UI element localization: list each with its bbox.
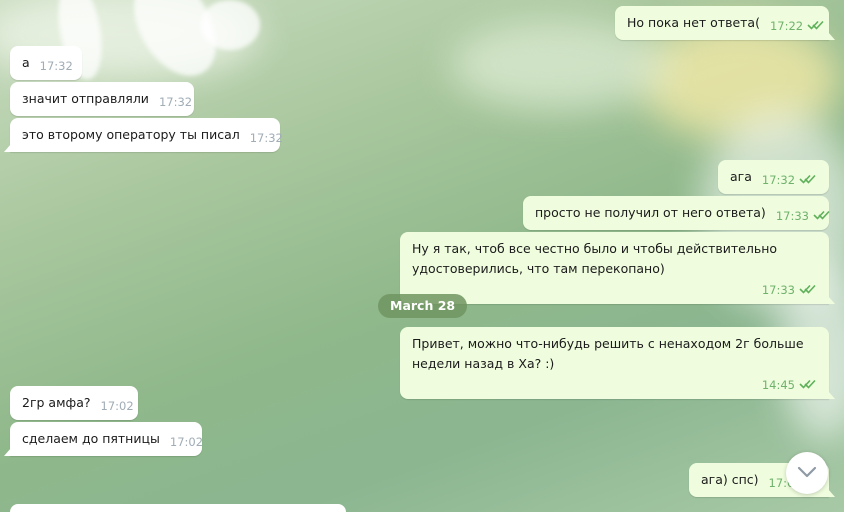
message-time: 17:33	[761, 283, 795, 297]
message-text: ага	[730, 169, 752, 184]
double-check-icon	[813, 206, 831, 226]
message-text: это второму оператору ты писал	[22, 127, 240, 142]
chevron-down-icon	[797, 466, 817, 481]
double-check-icon	[807, 16, 825, 36]
message-time: 17:33	[775, 209, 809, 223]
message-text: значит отправляли	[22, 91, 149, 106]
message-time: 14:45	[761, 378, 795, 392]
message-text: Ну я так, чтоб все честно было и чтобы д…	[412, 241, 778, 276]
message-incoming[interactable]: сделаем до пятницы 17:02	[4, 422, 204, 456]
message-time: 17:02	[100, 399, 134, 413]
message-outgoing[interactable]: ага 17:32	[718, 160, 829, 194]
message-outgoing[interactable]: Ну я так, чтоб все честно было и чтобы д…	[400, 232, 835, 304]
message-time: 17:32	[39, 59, 73, 73]
message-incoming[interactable]: а 17:32	[10, 46, 82, 80]
double-check-icon	[799, 170, 817, 190]
double-check-icon	[799, 375, 817, 395]
message-text: ага) спс)	[701, 472, 759, 487]
message-outgoing[interactable]: Но пока нет ответа( 17:22	[615, 6, 835, 40]
date-separator: March 28	[378, 294, 468, 318]
message-incoming[interactable]: это второму оператору ты писал 17:32	[4, 118, 283, 152]
message-time: 17:32	[158, 95, 193, 109]
message-text: Но пока нет ответа(	[627, 15, 760, 30]
message-text: Привет, можно что-нибудь решить с ненахо…	[412, 336, 804, 371]
message-incoming[interactable]: 2гр амфа? 17:02	[10, 386, 138, 420]
message-incoming-partial[interactable]	[10, 504, 346, 512]
message-time: 17:02	[169, 435, 204, 449]
message-outgoing[interactable]: просто не получил от него ответа) 17:33	[523, 196, 831, 230]
message-time: 17:32	[761, 173, 796, 187]
message-text: сделаем до пятницы	[22, 431, 160, 446]
message-incoming[interactable]: значит отправляли 17:32	[10, 82, 194, 116]
message-text: 2гр амфа?	[22, 395, 91, 410]
double-check-icon	[799, 280, 817, 300]
scroll-down-button[interactable]	[786, 452, 828, 494]
message-outgoing[interactable]: Привет, можно что-нибудь решить с ненахо…	[400, 327, 835, 399]
message-time: 17:22	[769, 19, 804, 33]
message-time: 17:32	[249, 131, 283, 145]
message-text: а	[22, 55, 30, 70]
message-text: просто не получил от него ответа)	[535, 205, 766, 220]
